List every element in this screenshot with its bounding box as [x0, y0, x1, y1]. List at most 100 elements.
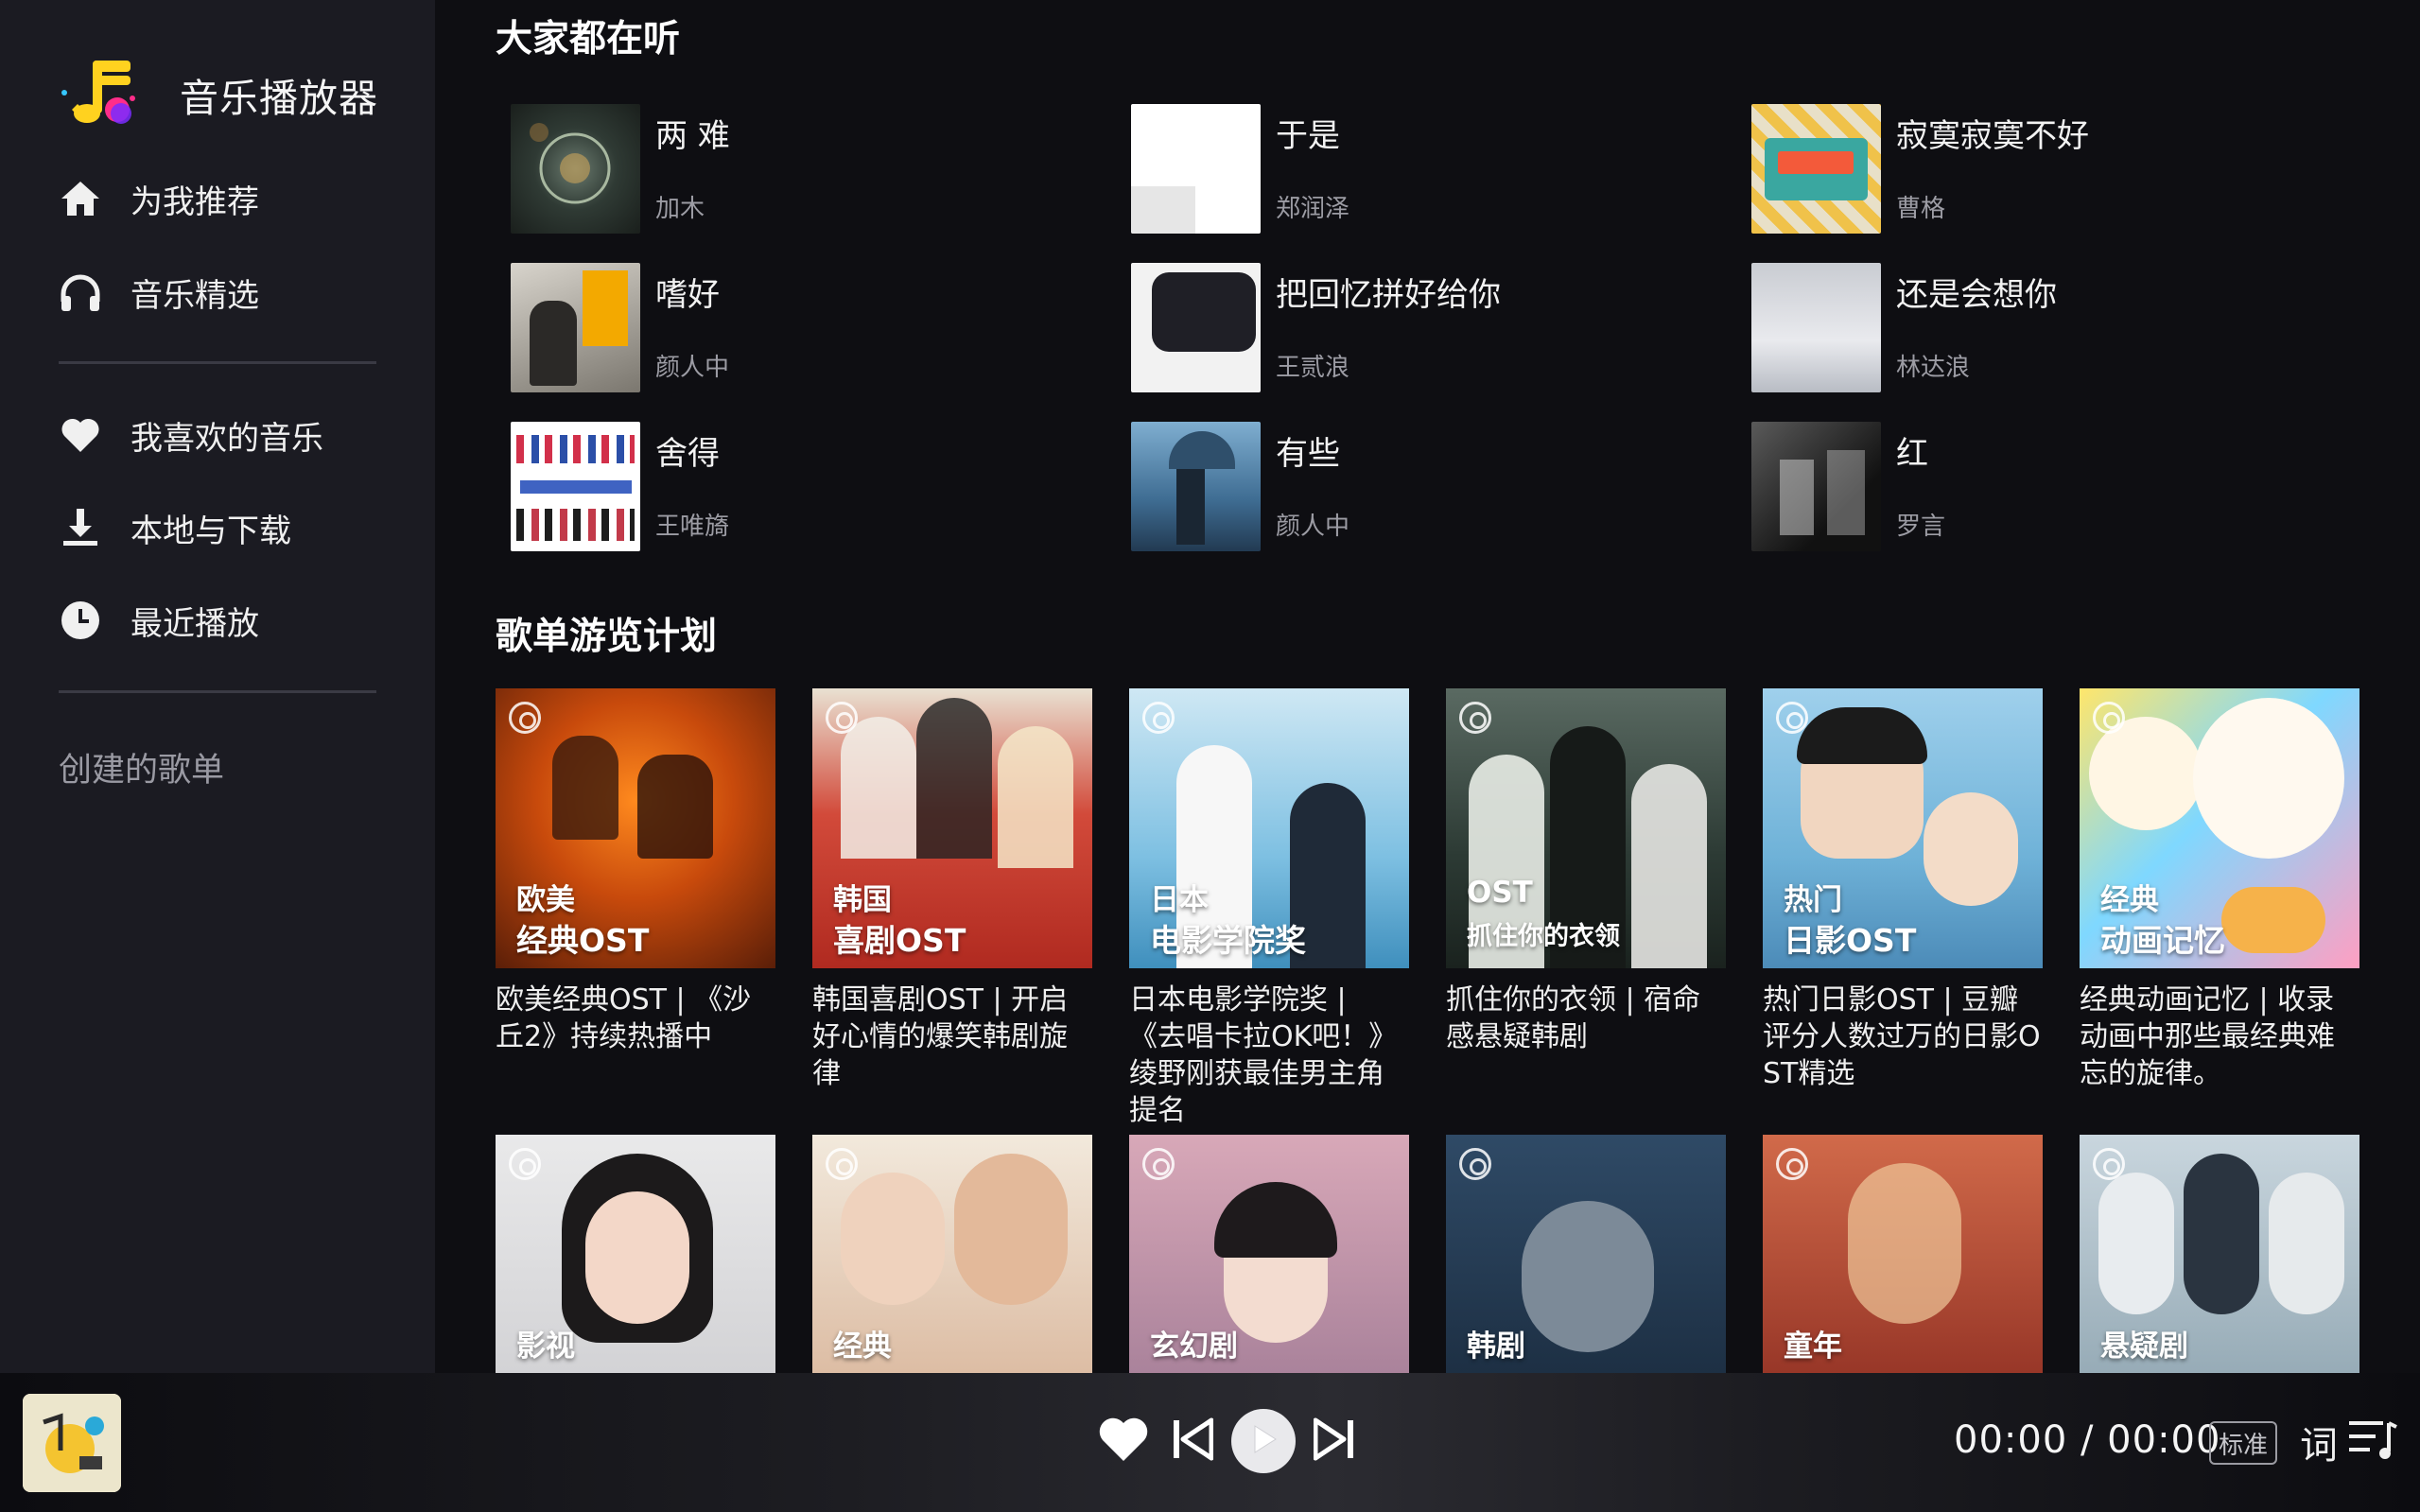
song-item[interactable]: 有些 颜人中: [1131, 422, 1717, 554]
song-title: 红: [1896, 435, 1928, 473]
heart-icon: [1097, 1416, 1150, 1467]
song-title: 于是: [1276, 117, 1340, 155]
playback-time: 00:00 / 00:00: [1954, 1418, 2221, 1462]
playlist-cover-caption: 经典OST: [516, 922, 650, 959]
playlist-cover: 经典: [812, 1135, 1092, 1373]
playlist-cover: 欧美 经典OST: [496, 688, 775, 968]
song-cover: [1131, 422, 1261, 551]
playlist-cover-caption: 玄幻剧: [1150, 1330, 1238, 1364]
playlist-cover-caption: 喜剧OST: [833, 922, 966, 959]
main-content: 大家都在听 两 难 加木 于是 郑润泽 寂寞寂寞不好 曹格 嗜好 颜人中 把回忆…: [435, 0, 2420, 1373]
previous-button[interactable]: [1169, 1415, 1216, 1468]
now-playing-cover[interactable]: [23, 1394, 121, 1492]
app-logo-icon: [59, 55, 163, 130]
playlist-card[interactable]: 韩国 喜剧OST 韩国喜剧OST | 开启好心情的爆笑韩剧旋律: [812, 688, 1092, 1092]
sidebar: 音乐播放器 为我推荐 音乐精选 我喜欢的音乐 本地与下载 最近播放 创建的歌单: [0, 0, 435, 1373]
queue-icon: [2347, 1417, 2398, 1465]
playlist-cover-caption: 欧美: [516, 883, 575, 917]
playlist-description: 抓住你的衣领 | 宿命感悬疑韩剧: [1446, 983, 1701, 1053]
playlist-cover-caption: 韩剧: [1467, 1330, 1525, 1364]
song-item[interactable]: 嗜好 颜人中: [511, 263, 1097, 395]
playlist-cover-caption: 韩国: [833, 883, 892, 917]
playlist-logo-icon: [509, 1148, 541, 1180]
playlist-cover-caption: OST: [1467, 876, 1533, 910]
playlist-logo-icon: [826, 1148, 858, 1180]
playlist-queue-button[interactable]: [2347, 1418, 2398, 1464]
playlist-card[interactable]: 经典 动画记忆 经典动画记忆 | 收录动画中那些最经典难忘的旋律。: [2080, 688, 2359, 1092]
song-item[interactable]: 舍得 王唯旖: [511, 422, 1097, 554]
playlist-cover: 热门 日影OST: [1763, 688, 2043, 968]
nav-featured-label: 音乐精选: [131, 276, 259, 315]
playlist-cover: 日本 电影学院奖: [1129, 688, 1409, 968]
song-artist: 王唯旖: [655, 513, 730, 541]
playlist-card[interactable]: 韩剧: [1446, 1135, 1726, 1373]
nav-local-download[interactable]: 本地与下载: [59, 495, 380, 561]
playlist-logo-icon: [2093, 702, 2125, 734]
playlist-cover-caption: 动画记忆: [2100, 922, 2225, 959]
song-title: 两 难: [655, 117, 730, 155]
nav-recommend-label: 为我推荐: [131, 182, 259, 221]
playlist-cover-caption: 日本: [1150, 883, 1209, 917]
playlist-logo-icon: [826, 702, 858, 734]
playlist-card[interactable]: 欧美 经典OST 欧美经典OST | 《沙丘2》持续热播中: [496, 688, 775, 1055]
app-window: 音乐播放器 为我推荐 音乐精选 我喜欢的音乐 本地与下载 最近播放 创建的歌单 …: [0, 0, 2420, 1512]
playlist-logo-icon: [1459, 702, 1491, 734]
song-artist: 颜人中: [1276, 513, 1350, 541]
lyrics-button[interactable]: 词: [2300, 1415, 2338, 1469]
playlist-description: 经典动画记忆 | 收录动画中那些最经典难忘的旋律。: [2080, 983, 2335, 1090]
song-item[interactable]: 把回忆拼好给你 王贰浪: [1131, 263, 1717, 395]
playlist-card[interactable]: 经典: [812, 1135, 1092, 1373]
song-cover: [511, 104, 640, 234]
playlist-card[interactable]: 玄幻剧: [1129, 1135, 1409, 1373]
like-button[interactable]: [1097, 1415, 1150, 1468]
home-icon: [59, 177, 102, 220]
playlist-cover-caption: 热门: [1784, 883, 1842, 917]
playlist-card[interactable]: OST 抓住你的衣领 抓住你的衣领 | 宿命感悬疑韩剧: [1446, 688, 1726, 1055]
song-artist: 颜人中: [655, 354, 730, 382]
playlist-cover: OST 抓住你的衣领: [1446, 688, 1726, 968]
app-title: 音乐播放器: [180, 76, 378, 121]
nav-recommend[interactable]: 为我推荐: [59, 165, 380, 232]
song-artist: 郑润泽: [1276, 195, 1350, 223]
sidebar-divider: [59, 361, 376, 364]
song-artist: 加木: [655, 195, 705, 223]
song-title: 舍得: [655, 435, 720, 473]
sidebar-divider: [59, 690, 376, 693]
playlist-cover-caption: 经典: [2100, 883, 2159, 917]
song-item[interactable]: 红 罗言: [1751, 422, 2338, 554]
playlist-card[interactable]: 童年: [1763, 1135, 2043, 1373]
player-bar: 00:00 / 00:00 标准 词: [0, 1373, 2420, 1512]
song-artist: 曹格: [1896, 195, 1946, 223]
song-cover: [1751, 104, 1881, 234]
nav-liked-music[interactable]: 我喜欢的音乐: [59, 402, 380, 468]
song-cover: [1751, 422, 1881, 551]
playlist-card[interactable]: 热门 日影OST 热门日影OST | 豆瓣评分人数过万的日影OST精选: [1763, 688, 2043, 1092]
clock-icon: [59, 599, 102, 642]
play-button[interactable]: [1231, 1409, 1296, 1473]
playlist-card[interactable]: 悬疑剧: [2080, 1135, 2359, 1373]
playlist-card[interactable]: 日本 电影学院奖 日本电影学院奖 | 《去唱卡拉OK吧！》绫野刚获最佳男主角提名: [1129, 688, 1409, 1129]
playlist-cover-caption: 影视: [516, 1330, 575, 1364]
nav-featured[interactable]: 音乐精选: [59, 259, 380, 325]
playlist-logo-icon: [509, 702, 541, 734]
playlist-logo-icon: [1142, 702, 1175, 734]
song-item[interactable]: 于是 郑润泽: [1131, 104, 1717, 236]
nav-recent-label: 最近播放: [131, 604, 259, 643]
playlist-cover: 韩剧: [1446, 1135, 1726, 1373]
nav-recent[interactable]: 最近播放: [59, 587, 380, 653]
playlist-logo-icon: [1776, 702, 1808, 734]
song-item[interactable]: 还是会想你 林达浪: [1751, 263, 2338, 395]
playlist-card[interactable]: 影视: [496, 1135, 775, 1373]
playlist-description: 热门日影OST | 豆瓣评分人数过万的日影OST精选: [1763, 983, 2041, 1090]
playlist-cover-caption: 日影OST: [1784, 922, 1917, 959]
created-playlists-label[interactable]: 创建的歌单: [59, 743, 224, 791]
playlist-section-title: 歌单游览计划: [496, 616, 718, 658]
playlist-logo-icon: [1459, 1148, 1491, 1180]
song-cover: [1131, 263, 1261, 392]
playlist-logo-icon: [2093, 1148, 2125, 1180]
next-button[interactable]: [1311, 1415, 1358, 1468]
playlist-cover: 经典 动画记忆: [2080, 688, 2359, 968]
quality-button[interactable]: 标准: [2209, 1421, 2277, 1465]
song-item[interactable]: 两 难 加木: [511, 104, 1097, 236]
song-item[interactable]: 寂寞寂寞不好 曹格: [1751, 104, 2338, 236]
